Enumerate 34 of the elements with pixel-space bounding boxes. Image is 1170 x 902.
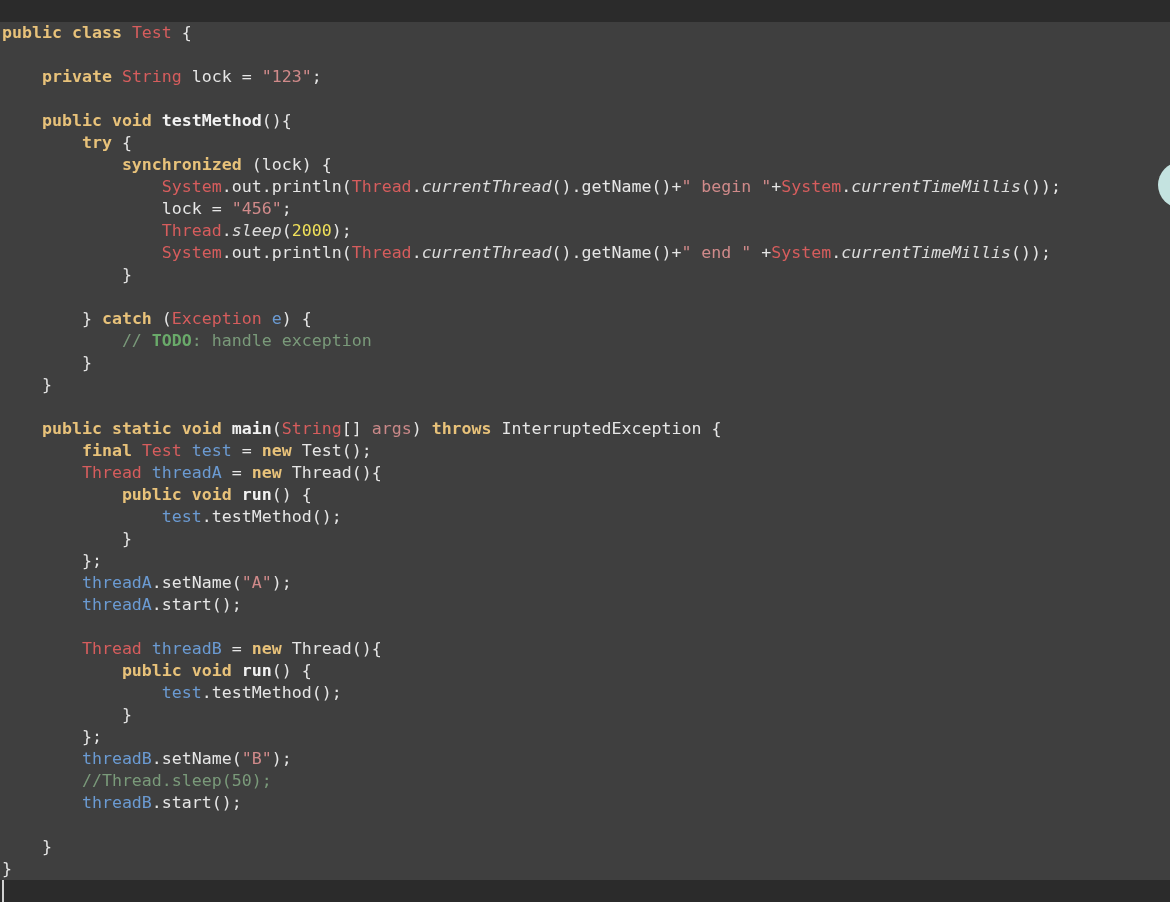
code-line: Thread.sleep(2000); <box>160 220 352 242</box>
code-line: threadA.setName("A"); <box>80 572 292 594</box>
code-line: final Test test = new Test(); <box>80 440 372 462</box>
code-line: } catch (Exception e) { <box>80 308 312 330</box>
text-cursor <box>2 880 4 902</box>
code-line: test.testMethod(); <box>160 682 342 704</box>
code-line: } <box>120 264 132 286</box>
code-line: } <box>40 374 52 396</box>
code-line: test.testMethod(); <box>160 506 342 528</box>
code-line: // TODO: handle exception <box>120 330 372 352</box>
code-line: } <box>2 858 12 880</box>
code-line: public void testMethod(){ <box>40 110 292 132</box>
code-line: public class Test { <box>2 22 192 44</box>
code-line: threadA.start(); <box>80 594 242 616</box>
code-line: System.out.println(Thread.currentThread().getName()+" end " +System.currentTimeMillis()); <box>160 242 1052 264</box>
code-line: threadB.start(); <box>80 792 242 814</box>
code-line: lock = "456"; <box>160 198 292 220</box>
code-line: }; <box>80 550 102 572</box>
code-line: Thread threadA = new Thread(){ <box>80 462 382 484</box>
code-line: } <box>80 352 92 374</box>
code-line: public void run() { <box>120 484 312 506</box>
code-line: }; <box>80 726 102 748</box>
code-line: System.out.println(Thread.currentThread().getName()+" begin "+System.currentTimeMillis()); <box>160 176 1062 198</box>
code-line: threadB.setName("B"); <box>80 748 292 770</box>
code-line: Thread threadB = new Thread(){ <box>80 638 382 660</box>
code-line: //Thread.sleep(50); <box>80 770 272 792</box>
code-line: synchronized (lock) { <box>120 154 332 176</box>
code-line: public void run() { <box>120 660 312 682</box>
code-line: public static void main(String[] args) throws InterruptedException { <box>40 418 722 440</box>
code-line: try { <box>80 132 132 154</box>
code-line: } <box>120 528 132 550</box>
code-line: } <box>120 704 132 726</box>
code-line: private String lock = "123"; <box>40 66 322 88</box>
code-line: } <box>40 836 52 858</box>
